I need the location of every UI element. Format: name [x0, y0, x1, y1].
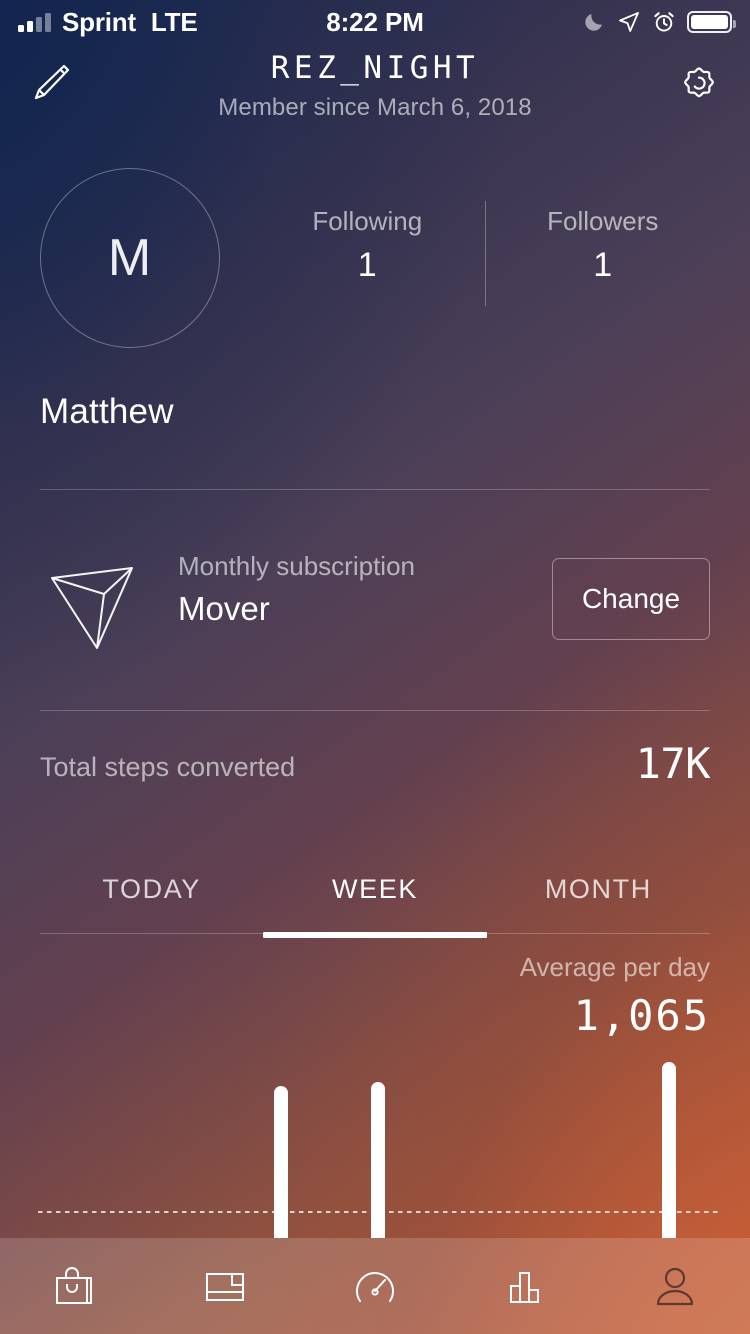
tab-bar-item-wallet[interactable]	[150, 1238, 300, 1334]
bottom-tab-bar	[0, 1238, 750, 1334]
pyramid-icon	[51, 567, 133, 649]
tab-bar-item-activity[interactable]	[300, 1238, 450, 1334]
member-since-label: Member since March 6, 2018	[218, 94, 532, 121]
speedometer-icon	[356, 1272, 394, 1302]
header-titles: REZ_NIGHT Member since March 6, 2018	[0, 44, 750, 122]
steps-bar-chart	[0, 1040, 750, 1238]
chart-bar	[371, 1082, 385, 1238]
tab-bar-item-shop[interactable]	[0, 1238, 150, 1334]
pencil-icon	[34, 64, 70, 100]
status-bar-right	[582, 10, 736, 34]
tab-label: WEEK	[332, 874, 418, 904]
stat-value: 1	[357, 246, 377, 284]
divider-bottom	[40, 710, 710, 711]
profile-section: M Following 1 Followers 1 Matthew	[0, 168, 750, 431]
stat-label: Following	[312, 206, 423, 236]
page-title: REZ_NIGHT	[270, 50, 480, 86]
total-steps-value: 17K	[635, 739, 711, 788]
bar-chart-icon	[510, 1272, 539, 1303]
alarm-clock-icon	[654, 12, 674, 32]
tabs-divider	[40, 933, 710, 934]
settings-button[interactable]	[670, 54, 728, 112]
tab-label: TODAY	[102, 874, 201, 904]
tab-bar-item-profile[interactable]	[600, 1238, 750, 1334]
gear-icon	[684, 67, 714, 98]
change-subscription-button[interactable]: Change	[552, 558, 710, 640]
location-arrow-icon	[619, 12, 639, 32]
app-screen: Sprint LTE 8:22 PM REZ_NIGHT Member sinc…	[0, 0, 750, 1334]
average-value: 1,065	[573, 991, 710, 1040]
avatar[interactable]: M	[40, 168, 220, 348]
tab-today[interactable]: TODAY	[40, 868, 263, 938]
total-steps-row: Total steps converted 17K	[0, 739, 750, 802]
status-bar: Sprint LTE 8:22 PM	[0, 0, 750, 44]
stat-value: 1	[593, 246, 613, 284]
stat-following[interactable]: Following 1	[250, 206, 485, 306]
moon-icon	[585, 14, 602, 31]
stat-followers[interactable]: Followers 1	[486, 206, 721, 306]
avatar-initial: M	[107, 229, 153, 287]
divider-top	[40, 489, 710, 490]
person-icon	[656, 1267, 694, 1306]
display-name: Matthew	[40, 392, 174, 431]
stat-label: Followers	[547, 206, 659, 236]
tab-bar-item-stats[interactable]	[450, 1238, 600, 1334]
battery-icon	[687, 11, 736, 33]
subscription-row: Monthly subscription Mover Change	[0, 548, 750, 660]
wallet-icon	[206, 1273, 244, 1301]
tab-week[interactable]: WEEK	[262, 868, 487, 938]
chart-bar	[662, 1062, 676, 1238]
social-stats: Following 1 Followers 1	[250, 201, 721, 306]
average-label: Average per day	[519, 952, 710, 982]
edit-profile-button[interactable]	[22, 54, 80, 112]
total-steps-label: Total steps converted	[40, 752, 296, 782]
subscription-plan: Mover	[178, 590, 270, 627]
average-per-day: Average per day 1,065	[520, 952, 710, 1040]
tab-month[interactable]: MONTH	[487, 868, 710, 938]
tab-label: MONTH	[544, 874, 652, 904]
shopping-bag-icon	[56, 1267, 92, 1304]
chart-bar	[274, 1086, 288, 1238]
range-tabs: TODAY WEEK MONTH	[40, 868, 710, 938]
app-header: REZ_NIGHT Member since March 6, 2018	[0, 44, 750, 144]
subscription-text: Monthly subscription Mover	[178, 551, 415, 628]
subscription-label: Monthly subscription	[178, 551, 415, 581]
